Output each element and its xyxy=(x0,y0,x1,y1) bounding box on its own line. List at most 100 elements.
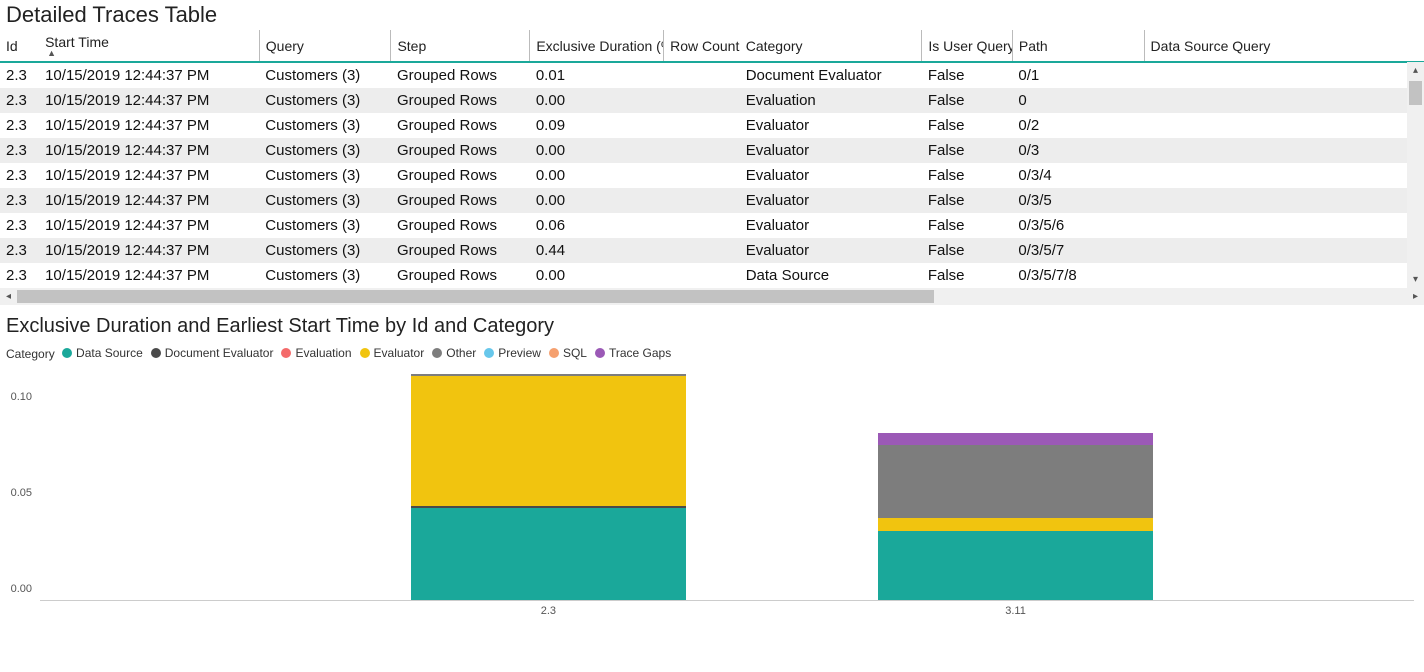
scroll-track[interactable] xyxy=(1407,79,1424,271)
bar-segment[interactable] xyxy=(878,433,1153,445)
cell-cat: Evaluator xyxy=(740,213,922,238)
cell-query: Customers (3) xyxy=(259,88,391,113)
bar-segment[interactable] xyxy=(878,531,1153,600)
y-tick: 0.10 xyxy=(11,391,32,403)
legend-item[interactable]: Preview xyxy=(484,346,541,360)
col-step[interactable]: Step xyxy=(391,30,530,62)
cell-dur: 0.00 xyxy=(530,163,664,188)
y-tick: 0.05 xyxy=(11,487,32,499)
legend-swatch-icon xyxy=(62,348,72,358)
cell-step: Grouped Rows xyxy=(391,213,530,238)
cell-start: 10/15/2019 12:44:37 PM xyxy=(39,188,259,213)
legend-label: Preview xyxy=(498,346,541,360)
cell-id: 2.3 xyxy=(0,238,39,263)
cell-path: 0/3/5/7 xyxy=(1012,238,1144,263)
table-header-row: Id Start Time ▲ Query Step Exclusive Dur… xyxy=(0,30,1424,62)
table-row[interactable]: 2.310/15/2019 12:44:37 PMCustomers (3)Gr… xyxy=(0,62,1424,88)
cell-user: False xyxy=(922,188,1013,213)
table-horizontal-scrollbar[interactable]: ◂ ▸ xyxy=(0,288,1424,305)
legend-item[interactable]: Trace Gaps xyxy=(595,346,671,360)
table-row[interactable]: 2.310/15/2019 12:44:37 PMCustomers (3)Gr… xyxy=(0,188,1424,213)
legend-item[interactable]: Other xyxy=(432,346,476,360)
legend-swatch-icon xyxy=(432,348,442,358)
bar-segment[interactable] xyxy=(878,445,1153,518)
cell-dsq xyxy=(1144,138,1424,163)
cell-user: False xyxy=(922,163,1013,188)
cell-step: Grouped Rows xyxy=(391,88,530,113)
cell-row xyxy=(664,138,740,163)
cell-row xyxy=(664,163,740,188)
cell-start: 10/15/2019 12:44:37 PM xyxy=(39,238,259,263)
cell-start: 10/15/2019 12:44:37 PM xyxy=(39,163,259,188)
cell-id: 2.3 xyxy=(0,263,39,288)
cell-id: 2.3 xyxy=(0,62,39,88)
cell-query: Customers (3) xyxy=(259,213,391,238)
legend-item[interactable]: Document Evaluator xyxy=(151,346,274,360)
bar-group[interactable] xyxy=(411,374,686,600)
table-row[interactable]: 2.310/15/2019 12:44:37 PMCustomers (3)Gr… xyxy=(0,113,1424,138)
chart-x-axis: 2.33.11 xyxy=(40,605,1414,625)
scroll-thumb[interactable] xyxy=(1409,81,1422,105)
bar-segment[interactable] xyxy=(411,508,686,600)
col-category[interactable]: Category xyxy=(740,30,922,62)
cell-query: Customers (3) xyxy=(259,263,391,288)
col-start-time[interactable]: Start Time ▲ xyxy=(39,30,259,62)
cell-user: False xyxy=(922,238,1013,263)
col-id[interactable]: Id xyxy=(0,30,39,62)
col-exclusive-duration[interactable]: Exclusive Duration (%) xyxy=(530,30,664,62)
table-vertical-scrollbar[interactable]: ▴ ▾ xyxy=(1407,62,1424,288)
cell-query: Customers (3) xyxy=(259,138,391,163)
cell-path: 0/3/4 xyxy=(1012,163,1144,188)
cell-row xyxy=(664,62,740,88)
scroll-down-icon[interactable]: ▾ xyxy=(1407,271,1424,288)
cell-id: 2.3 xyxy=(0,163,39,188)
cell-query: Customers (3) xyxy=(259,113,391,138)
x-tick: 2.3 xyxy=(541,605,556,617)
cell-start: 10/15/2019 12:44:37 PM xyxy=(39,138,259,163)
cell-cat: Evaluator xyxy=(740,188,922,213)
legend-item[interactable]: Evaluator xyxy=(360,346,425,360)
chart-plot-area[interactable]: 0.000.050.10 2.33.11 xyxy=(0,371,1420,641)
scroll-thumb[interactable] xyxy=(17,290,934,303)
chart-y-axis: 0.000.050.10 xyxy=(0,371,36,601)
legend-item[interactable]: SQL xyxy=(549,346,587,360)
bar-segment[interactable] xyxy=(878,518,1153,531)
cell-query: Customers (3) xyxy=(259,238,391,263)
legend-swatch-icon xyxy=(281,348,291,358)
cell-path: 0/1 xyxy=(1012,62,1144,88)
table-row[interactable]: 2.310/15/2019 12:44:37 PMCustomers (3)Gr… xyxy=(0,138,1424,163)
scroll-left-icon[interactable]: ◂ xyxy=(0,288,17,305)
cell-dsq xyxy=(1144,238,1424,263)
bar-segment[interactable] xyxy=(411,376,686,506)
table-row[interactable]: 2.310/15/2019 12:44:37 PMCustomers (3)Gr… xyxy=(0,263,1424,288)
cell-dsq xyxy=(1144,263,1424,288)
chart-title: Exclusive Duration and Earliest Start Ti… xyxy=(0,305,1424,342)
legend-axis-label: Category xyxy=(6,347,55,361)
cell-id: 2.3 xyxy=(0,88,39,113)
cell-id: 2.3 xyxy=(0,113,39,138)
cell-cat: Document Evaluator xyxy=(740,62,922,88)
bar-group[interactable] xyxy=(878,433,1153,600)
cell-path: 0/3 xyxy=(1012,138,1144,163)
col-query[interactable]: Query xyxy=(259,30,391,62)
legend-item[interactable]: Evaluation xyxy=(281,346,351,360)
cell-user: False xyxy=(922,88,1013,113)
scroll-up-icon[interactable]: ▴ xyxy=(1407,62,1424,79)
scroll-track[interactable] xyxy=(17,288,1407,305)
cell-step: Grouped Rows xyxy=(391,188,530,213)
col-is-user-query[interactable]: Is User Query xyxy=(922,30,1013,62)
table-row[interactable]: 2.310/15/2019 12:44:37 PMCustomers (3)Gr… xyxy=(0,238,1424,263)
legend-item[interactable]: Data Source xyxy=(62,346,143,360)
table-row[interactable]: 2.310/15/2019 12:44:37 PMCustomers (3)Gr… xyxy=(0,163,1424,188)
legend-swatch-icon xyxy=(484,348,494,358)
scroll-right-icon[interactable]: ▸ xyxy=(1407,288,1424,305)
table-row[interactable]: 2.310/15/2019 12:44:37 PMCustomers (3)Gr… xyxy=(0,88,1424,113)
cell-path: 0/3/5 xyxy=(1012,188,1144,213)
col-row-count[interactable]: Row Count xyxy=(664,30,740,62)
cell-dsq xyxy=(1144,188,1424,213)
col-data-source-query[interactable]: Data Source Query xyxy=(1144,30,1424,62)
col-path[interactable]: Path xyxy=(1012,30,1144,62)
traces-table[interactable]: Id Start Time ▲ Query Step Exclusive Dur… xyxy=(0,30,1424,288)
chart-plot[interactable] xyxy=(40,371,1414,601)
table-row[interactable]: 2.310/15/2019 12:44:37 PMCustomers (3)Gr… xyxy=(0,213,1424,238)
